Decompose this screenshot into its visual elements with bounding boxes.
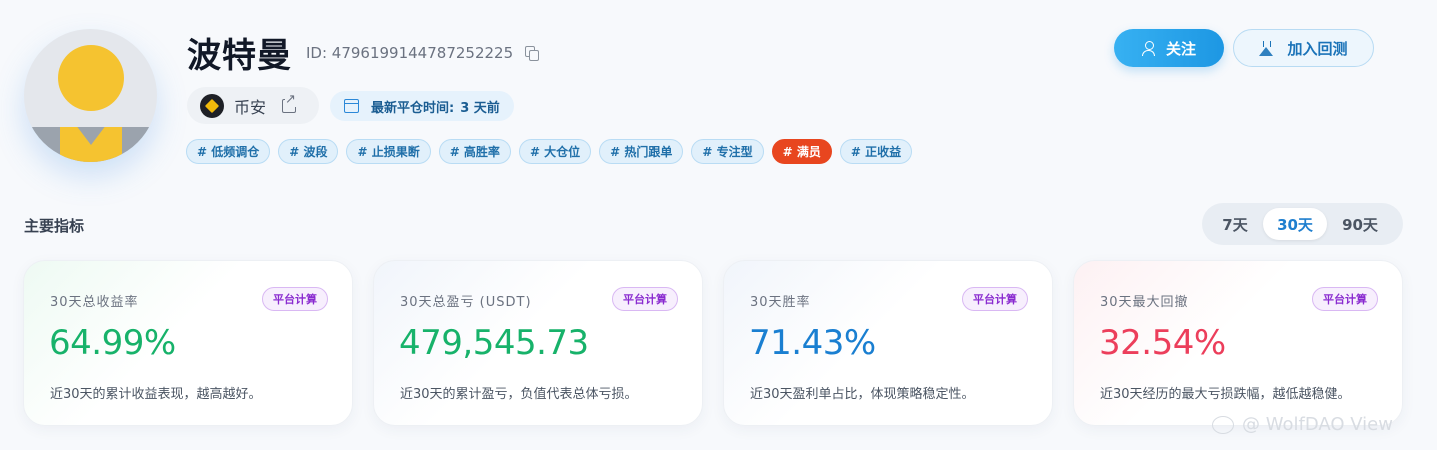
tag-hot[interactable]: # 满员	[771, 139, 832, 164]
tag[interactable]: # 专注型	[691, 139, 764, 164]
metric-desc: 近30天经历的最大亏损跌幅，越低越稳健。	[1100, 387, 1351, 402]
backtest-button-label: 加入回测	[1287, 39, 1348, 58]
last-trade-chip: 最新平仓时间: 3 天前	[330, 91, 514, 121]
period-7d[interactable]: 7天	[1207, 208, 1263, 240]
tag[interactable]: # 正收益	[839, 139, 913, 164]
copy-icon[interactable]	[525, 46, 540, 61]
metric-card-winrate: 30天胜率 平台计算 71.43% 近30天盈利单占比，体现策略稳定性。	[723, 260, 1053, 426]
watermark: @ WolfDAO View	[1212, 414, 1393, 435]
tag[interactable]: # 大仓位	[518, 139, 592, 164]
tag[interactable]: # 止损果断	[346, 139, 431, 164]
metric-card-drawdown: 30天最大回撤 平台计算 32.54% 近30天经历的最大亏损跌幅，越低越稳健。	[1073, 260, 1403, 426]
exchange-chip: 币安	[187, 87, 319, 124]
tag[interactable]: # 低频调仓	[186, 139, 271, 164]
tag[interactable]: # 高胜率	[438, 139, 511, 164]
metric-value: 71.43%	[749, 323, 876, 363]
last-trade-value: 3 天前	[460, 100, 500, 116]
metric-title: 30天最大回撤	[1100, 295, 1189, 310]
tag-list: # 低频调仓 # 波段 # 止损果断 # 高胜率 # 大仓位 # 热门跟单 # …	[186, 139, 920, 164]
platform-badge: 平台计算	[262, 287, 328, 311]
add-to-backtest-button[interactable]: 加入回测	[1233, 29, 1374, 67]
avatar-head	[58, 45, 124, 111]
metric-card-return: 30天总收益率 平台计算 64.99% 近30天的累计收益表现，越高越好。	[23, 260, 353, 426]
period-30d[interactable]: 30天	[1263, 208, 1327, 240]
metric-card-pnl: 30天总盈亏 (USDT) 平台计算 479,545.73 近30天的累计盈亏，…	[373, 260, 703, 426]
follow-button[interactable]: 关注	[1114, 29, 1224, 67]
binance-logo-icon	[200, 93, 224, 118]
metric-value: 479,545.73	[399, 323, 589, 363]
metric-title: 30天胜率	[750, 295, 811, 310]
last-trade-label: 最新平仓时间:	[371, 100, 455, 116]
period-90d[interactable]: 90天	[1327, 208, 1393, 240]
tag[interactable]: # 波段	[278, 139, 339, 164]
flask-icon	[1259, 40, 1274, 56]
user-icon	[1141, 40, 1156, 56]
period-selector: 7天 30天 90天	[1202, 203, 1403, 245]
exchange-name: 币安	[234, 97, 267, 117]
platform-badge: 平台计算	[612, 287, 678, 311]
metric-value: 64.99%	[49, 323, 176, 363]
metric-desc: 近30天盈利单占比，体现策略稳定性。	[750, 387, 975, 402]
avatar	[24, 29, 157, 162]
tag[interactable]: # 热门跟单	[599, 139, 684, 164]
calendar-icon	[344, 99, 359, 113]
metric-title: 30天总盈亏 (USDT)	[400, 295, 532, 310]
watermark-text: @ WolfDAO View	[1242, 414, 1393, 435]
section-title: 主要指标	[24, 217, 85, 235]
metric-value: 32.54%	[1099, 323, 1226, 363]
metric-desc: 近30天的累计收益表现，越高越好。	[50, 387, 262, 402]
weibo-icon	[1212, 415, 1234, 434]
trader-id: ID: 4796199144787252225	[306, 43, 514, 62]
platform-badge: 平台计算	[962, 287, 1028, 311]
platform-badge: 平台计算	[1312, 287, 1378, 311]
profile-header: 波特曼 ID: 4796199144787252225	[187, 28, 540, 77]
follow-button-label: 关注	[1165, 39, 1196, 58]
metric-desc: 近30天的累计盈亏，负值代表总体亏损。	[400, 387, 638, 402]
metric-title: 30天总收益率	[50, 295, 139, 310]
trader-name: 波特曼	[187, 36, 292, 76]
external-link-icon[interactable]	[282, 92, 297, 113]
